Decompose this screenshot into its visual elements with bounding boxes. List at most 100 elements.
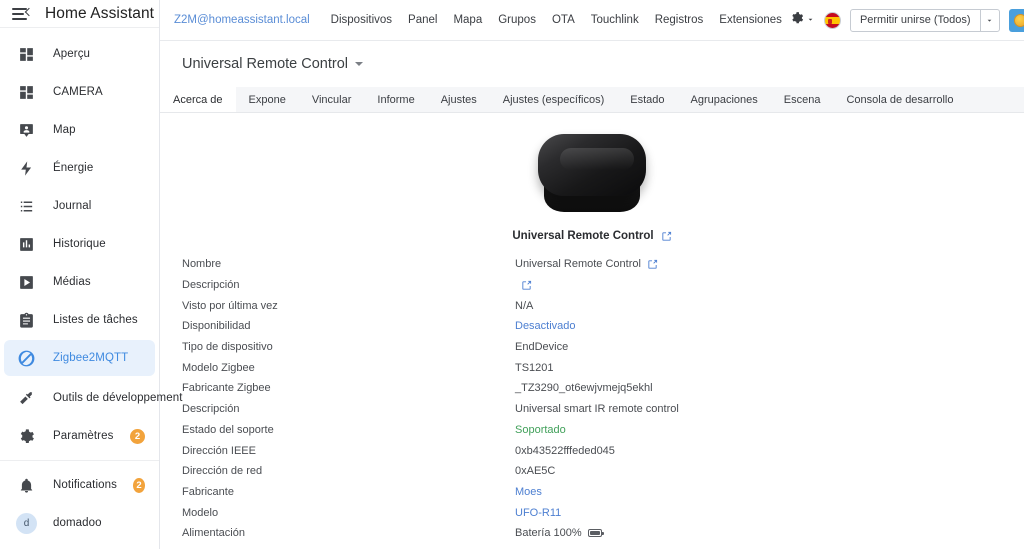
sidebar-item-journal[interactable]: Journal (4, 188, 155, 224)
table-row: Visto por última vez N/A (160, 295, 1024, 316)
property-key: Fabricante (182, 485, 234, 498)
table-row: Descripción Universal smart IR remote co… (160, 399, 1024, 420)
topnav-panel[interactable]: Panel (400, 14, 445, 26)
tab-consola-de-desarrollo[interactable]: Consola de desarrollo (833, 87, 966, 112)
sidebar-item-energie[interactable]: Énergie (4, 150, 155, 186)
hammer-icon (16, 388, 37, 409)
pencil-square-icon[interactable] (647, 259, 658, 270)
sidebar-footer: Notifications 2 d domadoo (0, 465, 159, 549)
table-row: Disponibilidad Desactivado (160, 316, 1024, 337)
sidebar-item-zigbee2mqtt[interactable]: Zigbee2MQTT (4, 340, 155, 377)
tab-acerca-de[interactable]: Acerca de (160, 87, 236, 112)
table-row: Estado del soporte Soportado (160, 420, 1024, 441)
sidebar-item-label: Map (53, 124, 76, 137)
battery-icon (587, 529, 604, 538)
hamburger-collapse-icon[interactable] (12, 4, 34, 23)
property-value[interactable]: Moes (515, 486, 542, 498)
sidebar-item-label: Zigbee2MQTT (53, 352, 129, 365)
sidebar-item-outils-de-developpement[interactable]: Outils de développement (4, 380, 182, 416)
property-value: 0xAE5C (515, 465, 556, 478)
topnav-mapa[interactable]: Mapa (445, 14, 490, 26)
table-row: Alimentación Batería 100% (160, 523, 1024, 544)
tab-ajustes-especificos[interactable]: Ajustes (específicos) (490, 87, 617, 112)
device-name-heading: Universal Remote Control (160, 230, 1024, 242)
permit-join-select[interactable]: Permitir unirse (Todos) (849, 8, 1000, 32)
spain-flag-icon[interactable] (823, 11, 841, 29)
sidebar-item-historique[interactable]: Historique (4, 226, 155, 262)
chart-box-icon (16, 234, 37, 255)
pencil-square-icon[interactable] (521, 280, 532, 291)
property-value: 0xb43522fffeded045 (515, 444, 615, 457)
tab-vincular[interactable]: Vincular (299, 87, 365, 112)
topnav-grupos[interactable]: Grupos (490, 14, 544, 26)
sidebar-item-apercu[interactable]: Aperçu (4, 36, 155, 72)
sidebar-item-notifications[interactable]: Notifications 2 (4, 467, 155, 503)
view-dashboard-icon (16, 44, 37, 65)
tab-estado[interactable]: Estado (617, 87, 677, 112)
property-value: N/A (515, 299, 534, 312)
tab-expone[interactable]: Expone (236, 87, 299, 112)
sidebar-tools: Outils de développement Paramètres 2 (0, 378, 182, 456)
sidebar-item-label: domadoo (53, 517, 102, 529)
page-header: Universal Remote Control (160, 41, 1024, 73)
sidebar-item-label: Aperçu (53, 48, 91, 61)
tab-ajustes[interactable]: Ajustes (428, 87, 490, 112)
property-key: Disponibilidad (182, 320, 251, 333)
z2m-brand-link[interactable]: Z2M@homeassistant.local (174, 14, 310, 26)
table-row: Dirección IEEE 0xb43522fffeded045 (160, 440, 1024, 461)
property-value: TS1201 (515, 361, 554, 374)
sidebar-item-map[interactable]: Map (4, 112, 155, 148)
table-row: Dirección de red 0xAE5C (160, 461, 1024, 482)
tab-informe[interactable]: Informe (364, 87, 427, 112)
tab-escena[interactable]: Escena (771, 87, 834, 112)
device-image-top (538, 134, 646, 196)
property-value: EndDevice (515, 341, 569, 354)
property-key: Dirección de red (182, 465, 263, 478)
chevron-down-icon[interactable] (979, 9, 999, 31)
status-badge: 2 (132, 477, 145, 493)
sidebar-item-label: Énergie (53, 162, 94, 175)
topnav-registros[interactable]: Registros (647, 14, 712, 26)
permit-join-button[interactable] (1008, 8, 1024, 32)
app-root: Home Assistant Aperçu CAMERA Map Énergie… (0, 0, 1024, 549)
property-key: Alimentación (182, 527, 245, 540)
property-value: _TZ3290_ot6ewjvmejq5ekhl (515, 382, 653, 395)
property-key: Estado del soporte (182, 423, 274, 436)
settings-menu-button[interactable] (790, 11, 815, 30)
table-row: Entrevista completa Verdadero (160, 544, 1024, 549)
map-marker-account-icon (16, 120, 37, 141)
sidebar-item-camera[interactable]: CAMERA (4, 74, 155, 110)
table-row: Modelo Zigbee TS1201 (160, 357, 1024, 378)
main-panel: Z2M@homeassistant.local Dispositivos Pan… (160, 0, 1024, 549)
topnav-dispositivos[interactable]: Dispositivos (323, 14, 400, 26)
property-key: Fabricante Zigbee (182, 382, 271, 395)
avatar: d (16, 512, 37, 534)
topnav-ota[interactable]: OTA (544, 14, 583, 26)
sidebar-item-medias[interactable]: Médias (4, 264, 155, 300)
table-row: Tipo de dispositivo EndDevice (160, 337, 1024, 358)
pencil-square-icon[interactable] (661, 231, 672, 242)
property-value: Soportado (515, 423, 566, 436)
format-list-bulleted-icon (16, 196, 37, 217)
sidebar-nav: Aperçu CAMERA Map Énergie Journal Histor… (0, 28, 159, 378)
sidebar-item-parametres[interactable]: Paramètres 2 (4, 418, 155, 454)
sidebar-item-label: Journal (53, 200, 92, 213)
page-title[interactable]: Universal Remote Control (182, 56, 364, 72)
permit-join-value[interactable]: Permitir unirse (Todos) (851, 10, 980, 31)
lightning-bolt-icon (16, 158, 37, 179)
property-key: Modelo (182, 506, 219, 519)
chevron-down-icon (806, 11, 815, 29)
sidebar-title: Home Assistant (45, 4, 155, 22)
device-image-wrap (160, 113, 1024, 222)
property-key: Descripción (182, 403, 240, 416)
table-row: Fabricante Zigbee _TZ3290_ot6ewjvmejq5ek… (160, 378, 1024, 399)
property-value-text: Universal Remote Control (515, 258, 641, 271)
sidebar-item-listes-de-taches[interactable]: Listes de tâches (4, 302, 155, 338)
topnav-touchlink[interactable]: Touchlink (583, 14, 647, 26)
topnav-extensiones[interactable]: Extensiones (711, 14, 790, 26)
property-value[interactable]: Desactivado (515, 320, 576, 332)
property-value[interactable]: UFO-R11 (515, 507, 561, 519)
tab-agrupaciones[interactable]: Agrupaciones (678, 87, 771, 112)
sidebar-item-user-domadoo[interactable]: d domadoo (4, 505, 155, 541)
property-key: Modelo Zigbee (182, 361, 255, 374)
